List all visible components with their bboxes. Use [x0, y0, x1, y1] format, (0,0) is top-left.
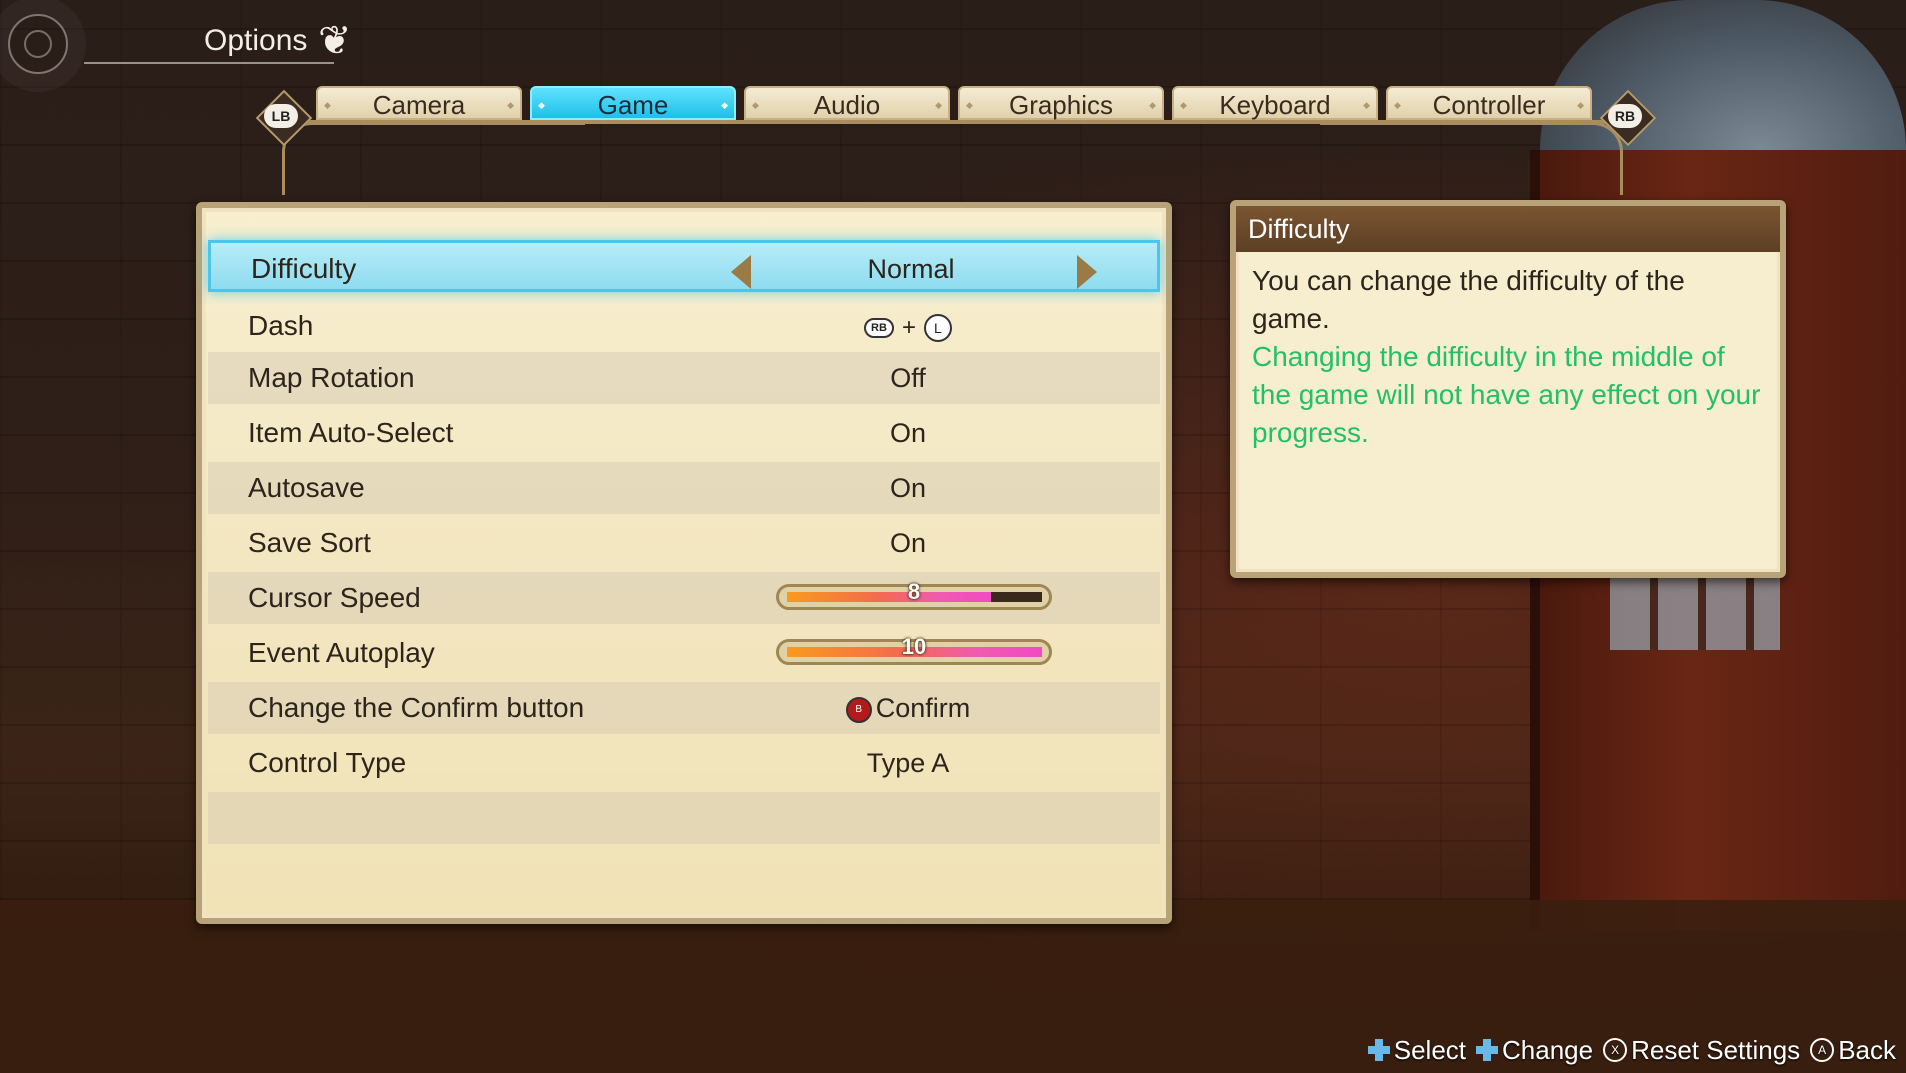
setting-row-item-auto-select[interactable]: Item Auto-Select On	[208, 407, 1160, 459]
setting-label: Item Auto-Select	[248, 417, 454, 448]
title-underline	[84, 62, 334, 64]
tab-ornament-right	[1320, 122, 1623, 195]
plus-sign: +	[901, 313, 916, 341]
a-button-icon: A	[1810, 1038, 1835, 1062]
hint-change: Change	[1476, 1035, 1593, 1066]
hint-change-label: Change	[1502, 1034, 1594, 1065]
setting-row-map-rotation[interactable]: Map Rotation Off	[208, 352, 1160, 404]
hint-back[interactable]: A Back	[1810, 1035, 1896, 1066]
setting-label: Save Sort	[248, 527, 371, 558]
setting-value: Normal	[867, 254, 955, 284]
dpad-icon	[1367, 1039, 1390, 1061]
b-button-icon: B	[845, 696, 872, 723]
setting-label: Control Type	[248, 747, 407, 778]
tab-ornament-left	[282, 122, 585, 195]
setting-value: B Confirm	[698, 682, 1118, 734]
hint-reset-label: Reset Settings	[1631, 1034, 1801, 1065]
button-hints: Select Change X Reset Settings A Back	[1367, 1033, 1896, 1067]
hint-select-label: Select	[1393, 1034, 1467, 1065]
description-body: You can change the difficulty of the gam…	[1252, 262, 1762, 452]
dpad-icon	[1476, 1039, 1499, 1061]
tab-graphics[interactable]: Graphics	[958, 86, 1164, 122]
rb-bumper-label: RB	[1614, 108, 1636, 124]
tab-audio-label: Audio	[813, 90, 881, 120]
setting-label: Cursor Speed	[248, 582, 421, 613]
setting-row-empty	[208, 792, 1160, 844]
tab-camera-label: Camera	[372, 90, 466, 120]
arrow-right-icon[interactable]	[1077, 255, 1097, 289]
tab-audio[interactable]: Audio	[744, 86, 950, 122]
setting-label: Map Rotation	[248, 362, 415, 393]
setting-value: On	[889, 418, 927, 448]
description-text: You can change the difficulty of the gam…	[1252, 265, 1685, 334]
setting-value: Type A	[866, 748, 950, 778]
hint-reset[interactable]: X Reset Settings	[1603, 1035, 1800, 1066]
description-note: Changing the difficulty in the middle of…	[1252, 341, 1761, 448]
tab-bar-line	[280, 120, 1620, 124]
setting-row-control-type[interactable]: Control Type Type A	[208, 737, 1160, 789]
cursor-speed-slider[interactable]: 8	[776, 579, 1052, 610]
rb-bumper-button[interactable]: RB	[1608, 104, 1642, 128]
setting-row-dash[interactable]: Dash RB + L	[208, 300, 1160, 352]
tab-game[interactable]: Game	[530, 86, 736, 122]
setting-row-save-sort[interactable]: Save Sort On	[208, 517, 1160, 569]
tab-camera[interactable]: Camera	[316, 86, 522, 122]
setting-value: On	[889, 473, 927, 503]
event-autoplay-slider[interactable]: 10	[776, 634, 1052, 665]
tab-graphics-label: Graphics	[1008, 90, 1114, 120]
flourish-icon: ❦	[318, 19, 352, 63]
setting-row-cursor-speed[interactable]: Cursor Speed 8	[208, 572, 1160, 624]
slider-value: 10	[901, 634, 927, 659]
x-button-icon: X	[1603, 1038, 1628, 1062]
description-panel: Difficulty You can change the difficulty…	[1230, 200, 1786, 578]
tab-game-label: Game	[597, 90, 669, 120]
emblem-icon	[8, 14, 68, 74]
page-title: Options	[204, 24, 308, 57]
setting-row-autosave[interactable]: Autosave On	[208, 462, 1160, 514]
confirm-value-text: Confirm	[875, 693, 971, 723]
setting-label: Change the Confirm button	[248, 692, 585, 723]
tab-keyboard-label: Keyboard	[1219, 90, 1331, 120]
description-title: Difficulty	[1236, 206, 1780, 252]
tab-keyboard[interactable]: Keyboard	[1172, 86, 1378, 122]
setting-value: Off	[890, 363, 926, 393]
setting-value: On	[889, 528, 927, 558]
setting-row-event-autoplay[interactable]: Event Autoplay 10	[208, 627, 1160, 679]
tab-controller[interactable]: Controller	[1386, 86, 1592, 122]
hint-select: Select	[1367, 1034, 1467, 1066]
slider-value: 8	[907, 579, 921, 604]
left-stick-icon: L	[923, 313, 952, 342]
setting-label: Dash	[248, 310, 314, 341]
hint-back-label: Back	[1838, 1034, 1896, 1065]
setting-label: Event Autoplay	[248, 637, 435, 668]
tab-controller-label: Controller	[1432, 90, 1546, 120]
setting-label: Difficulty	[251, 253, 357, 284]
lb-bumper-button[interactable]: LB	[264, 104, 298, 128]
lb-bumper-label: LB	[271, 108, 291, 124]
rb-button-icon: RB	[864, 317, 894, 338]
setting-label: Autosave	[248, 472, 365, 503]
setting-value: RB + L	[698, 300, 1118, 354]
setting-row-difficulty[interactable]: Difficulty Normal	[208, 240, 1160, 292]
setting-row-confirm-button[interactable]: Change the Confirm button B Confirm	[208, 682, 1160, 734]
